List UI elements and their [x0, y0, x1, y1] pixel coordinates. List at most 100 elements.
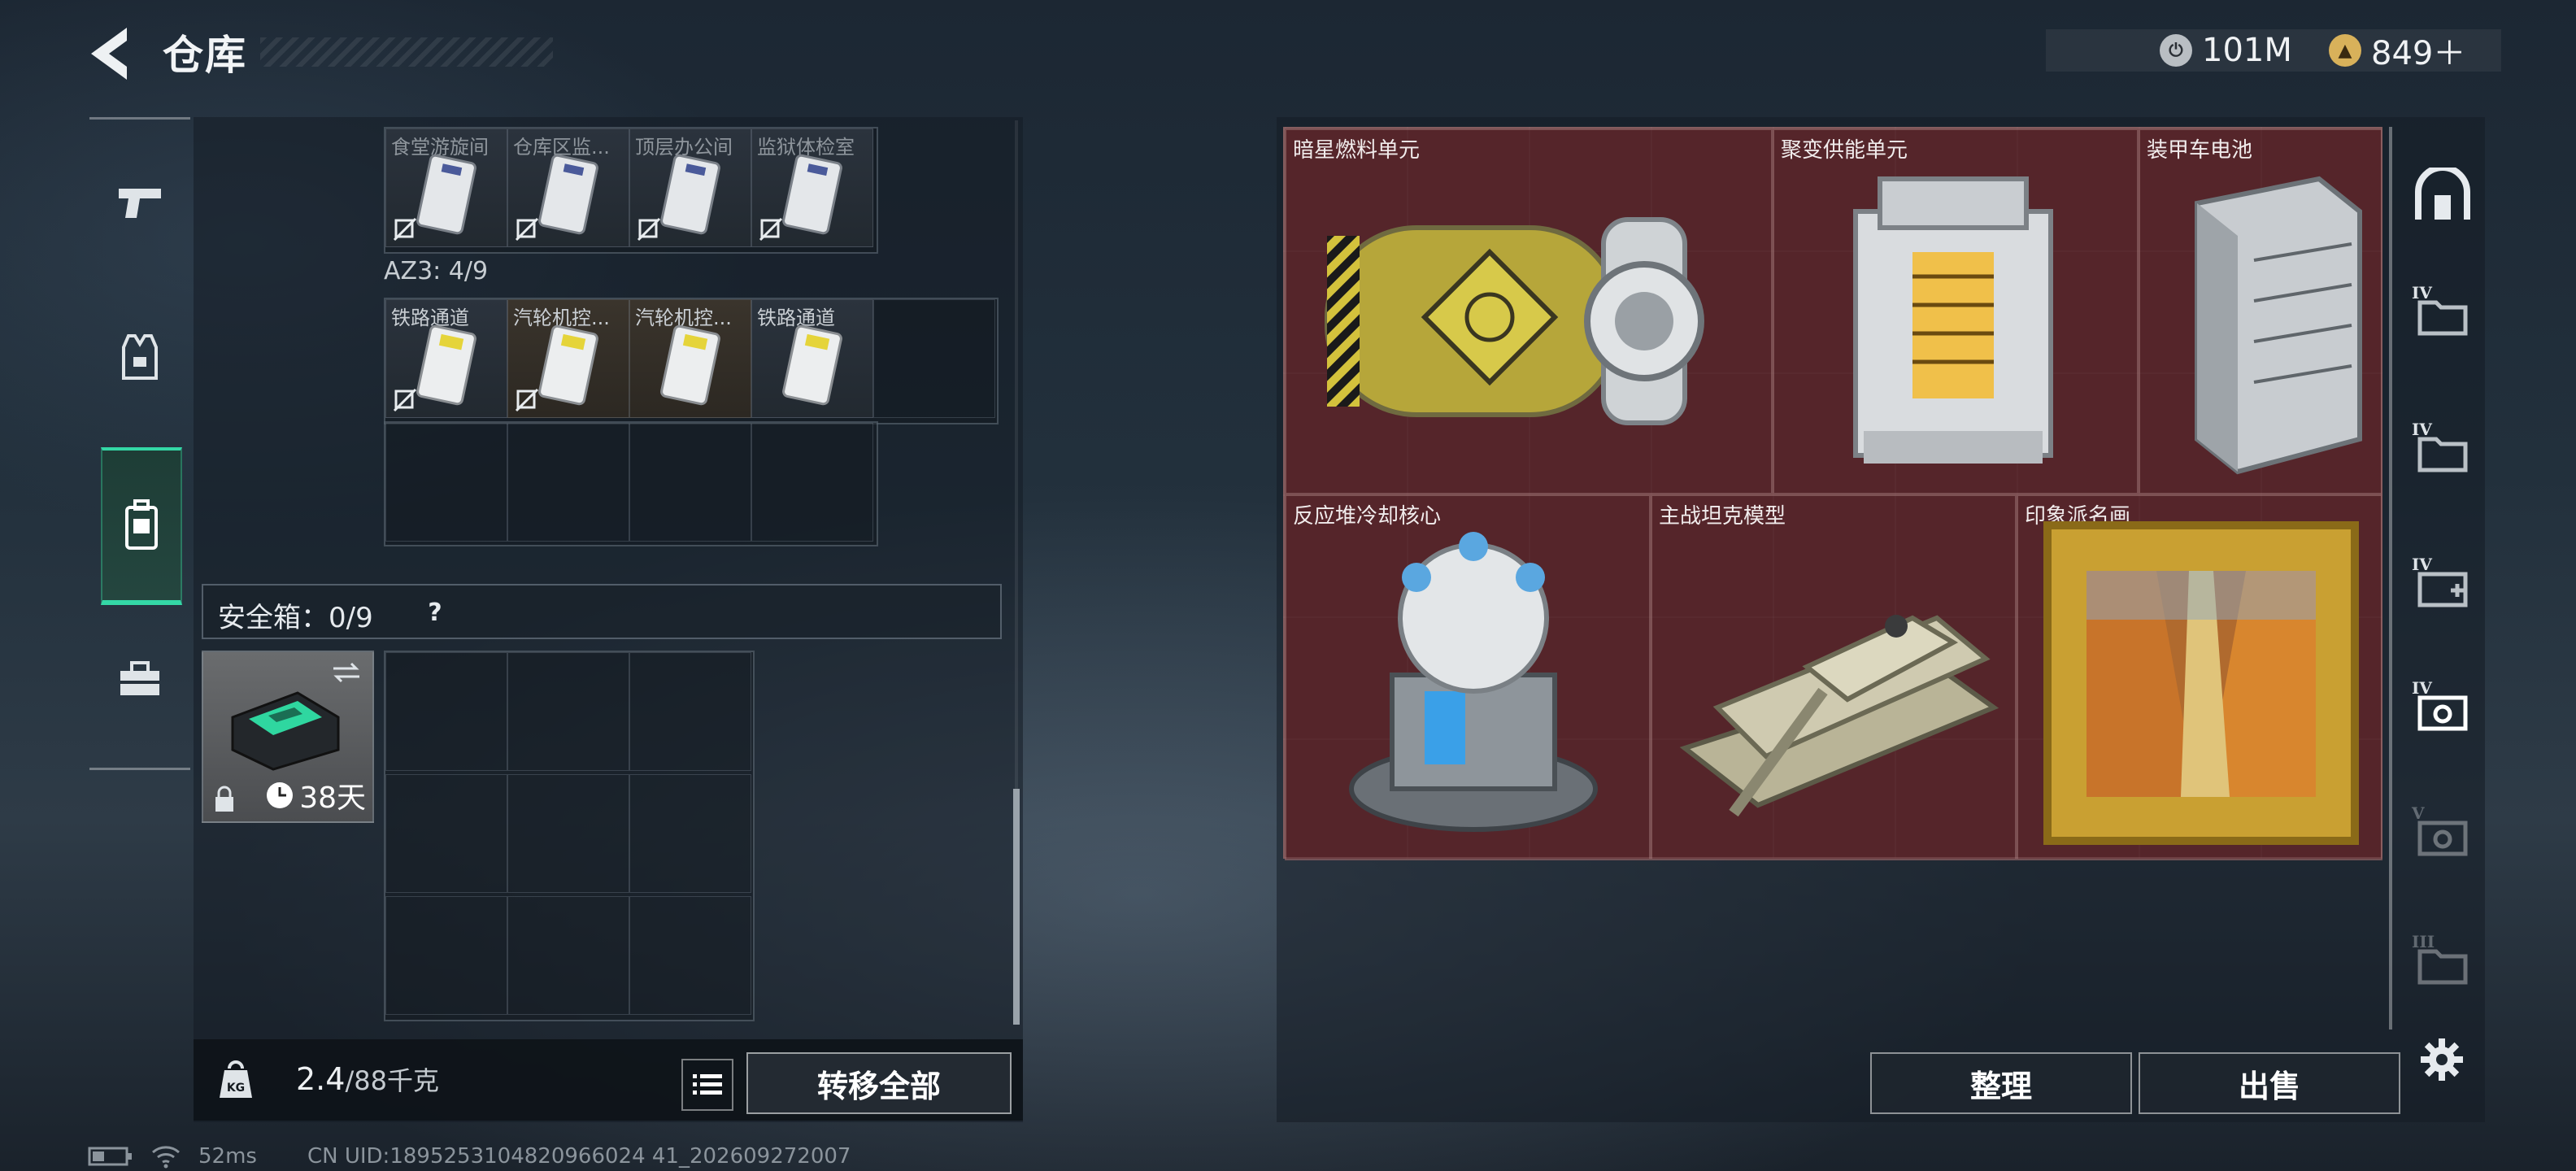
back-arrow-icon [91, 28, 127, 80]
nav-divider [2389, 127, 2392, 1030]
svg-text:KG: KG [227, 1082, 245, 1095]
help-button[interactable]: ? [416, 594, 454, 631]
no-drop-icon [515, 388, 539, 412]
inventory-item-card[interactable]: 汽轮机控... [629, 299, 751, 418]
empty-slot[interactable] [385, 774, 507, 893]
silver-coin-icon: ⏻ [2160, 34, 2192, 67]
stash-item-fusion-unit[interactable]: 聚变供能单元 [1773, 128, 2139, 494]
empty-slot[interactable] [507, 896, 629, 1015]
inventory-item-card[interactable]: 顶层办公间 [629, 128, 751, 247]
empty-slot[interactable] [385, 896, 507, 1015]
safebox-case-icon [231, 691, 340, 771]
empty-slot[interactable] [507, 423, 629, 542]
transfer-all-button[interactable]: 转移全部 [746, 1052, 1012, 1114]
inventory-item-card[interactable]: 监狱体检室 [751, 128, 873, 247]
keycard-icon [416, 324, 476, 406]
empty-slot[interactable] [507, 774, 629, 893]
stash-item-tank-model[interactable]: 主战坦克模型 [1651, 494, 2017, 860]
empty-slot[interactable] [507, 652, 629, 771]
gear-icon [2421, 1038, 2463, 1081]
stash-tab-6[interactable]: III [2412, 932, 2472, 994]
safebox-duration: 38天 [265, 774, 366, 816]
empty-slot[interactable] [385, 652, 507, 771]
stash-item-battery[interactable]: 装甲车电池 [2139, 128, 2382, 494]
keycard-icon [660, 324, 720, 406]
stash-item-fuel-unit[interactable]: 暗星燃料单元 [1285, 128, 1773, 494]
empty-slot[interactable] [629, 423, 751, 542]
weight-capacity: /88千克 [345, 1065, 439, 1096]
fusion-core-icon [1853, 176, 2053, 464]
no-drop-icon [759, 217, 783, 242]
backpack-icon [125, 499, 158, 550]
toolbox-icon [120, 661, 159, 695]
back-button[interactable] [88, 24, 137, 83]
stash-home-tab[interactable] [2413, 168, 2472, 226]
fuel-canister-icon [1325, 217, 1704, 425]
nav-weapons[interactable] [99, 141, 181, 263]
no-drop-icon [515, 217, 539, 242]
nav-backpack[interactable] [101, 447, 182, 605]
inventory-item-card[interactable]: 铁路通道 [751, 299, 873, 418]
stash-tab-4-active[interactable]: IV [2412, 678, 2472, 740]
no-drop-icon [637, 217, 661, 242]
stash-item-reactor-core[interactable]: 反应堆冷却核心 [1285, 494, 1651, 860]
empty-slot[interactable] [751, 423, 873, 542]
tank-model-icon [1679, 615, 1999, 817]
weight-button[interactable]: KG [210, 1054, 262, 1106]
empty-slot[interactable] [629, 896, 751, 1015]
settings-button[interactable] [2413, 1031, 2470, 1088]
left-category-nav [89, 117, 190, 774]
stash-page-nav: IV IV IV IV V III [2389, 127, 2478, 1038]
stash-tab-1[interactable]: IV [2412, 283, 2472, 345]
empty-slot[interactable] [629, 652, 751, 771]
container-grid-upper: 食堂游旋间 仓库区监... 顶层办公间 监狱体检室 [384, 127, 878, 254]
stash-item-label: 反应堆冷却核心 [1293, 504, 1442, 529]
reactor-core-icon [1349, 532, 1598, 832]
inventory-scrollbar[interactable] [1013, 789, 1020, 1025]
empty-slot[interactable] [629, 774, 751, 893]
stash-item-painting[interactable]: 印象派名画 [2017, 494, 2382, 860]
weight-readout: 2.4/88千克 [296, 1060, 439, 1098]
container-az3-label: AZ3: 4/9 [384, 257, 489, 285]
inventory-item-card[interactable]: 汽轮机控... [507, 299, 629, 418]
stash-footer: 整理 出售 [1277, 1039, 2485, 1121]
empty-slot[interactable] [873, 299, 995, 418]
currency-bar: ⏻ 101M ▲ 849＋ [2046, 29, 2501, 72]
warehouse-icon [2415, 168, 2470, 220]
stash-tab-2[interactable]: IV [2412, 420, 2472, 481]
currency-silver: ⏻ 101M [2160, 29, 2292, 72]
sort-button[interactable]: 整理 [1870, 1052, 2132, 1114]
empty-slot[interactable] [385, 423, 507, 542]
pistol-icon [119, 189, 161, 218]
battery-icon [2195, 176, 2362, 475]
safebox-days-text: 38天 [299, 781, 366, 815]
gold-triangle-coin-icon: ▲ [2329, 34, 2361, 67]
tier-label: IV [2412, 283, 2432, 303]
inventory-item-card[interactable]: 仓库区监... [507, 128, 629, 247]
safebox-header: 安全箱：0/9 ? [202, 584, 1002, 639]
stash-tab-3[interactable]: IV [2412, 555, 2472, 616]
keycard-icon [782, 324, 842, 406]
inventory-item-card[interactable]: 铁路通道 [385, 299, 507, 418]
currency-gold-value: 849＋ [2371, 35, 2466, 72]
list-icon [693, 1074, 722, 1095]
nav-armor[interactable] [99, 296, 181, 418]
lock-icon [215, 786, 233, 812]
list-view-button[interactable] [681, 1059, 733, 1111]
currency-gold[interactable]: ▲ 849＋ [2329, 29, 2465, 72]
safebox-item[interactable]: 38天 [202, 651, 374, 823]
safebox-grid [384, 651, 755, 1021]
nav-divider [89, 768, 190, 770]
currency-silver-value: 101M [2202, 32, 2292, 69]
inventory-item-card[interactable]: 食堂游旋间 [385, 128, 507, 247]
clock-icon [267, 782, 294, 808]
tier-label: V [2412, 803, 2425, 823]
container-grid-az3-row1: 铁路通道 汽轮机控... 汽轮机控... 铁路通道 [384, 298, 999, 424]
nav-toolbox[interactable] [99, 618, 181, 740]
tier-label: III [2412, 932, 2435, 951]
stash-tab-5[interactable]: V [2412, 803, 2472, 865]
swap-icon[interactable] [330, 660, 363, 685]
tier-label: IV [2412, 678, 2432, 698]
nav-divider [89, 117, 190, 120]
sell-button[interactable]: 出售 [2139, 1052, 2400, 1114]
